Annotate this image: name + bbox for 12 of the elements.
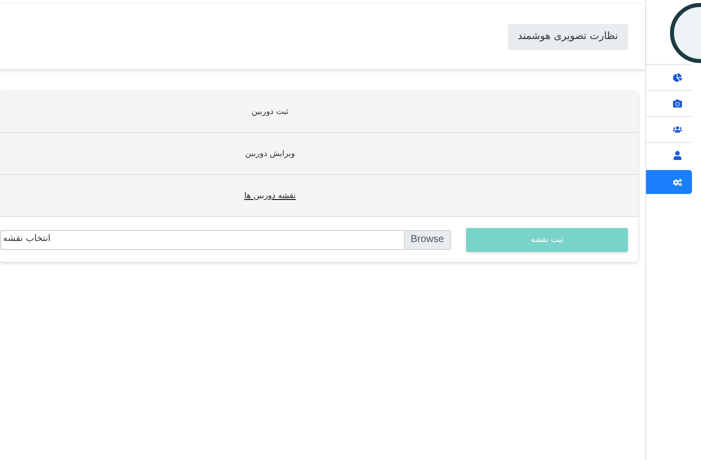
people-icon — [673, 125, 682, 134]
settings-icon — [673, 178, 682, 186]
sidebar-item[interactable] — [646, 170, 692, 194]
title-button[interactable]: نظارت تصویری هوشمند — [508, 24, 628, 50]
row-label: ثبت دوربین — [251, 106, 289, 118]
pie-chart-icon — [673, 73, 682, 82]
camera-map-link[interactable]: نقشه دوربین ها — [244, 190, 296, 202]
row-label: ویرایش دوربین — [245, 148, 295, 160]
user-icon — [673, 151, 682, 160]
file-input-value: انتخاب نقشه — [2, 232, 51, 246]
camera-icon — [673, 99, 682, 108]
browse-button[interactable]: Browse — [404, 230, 450, 248]
